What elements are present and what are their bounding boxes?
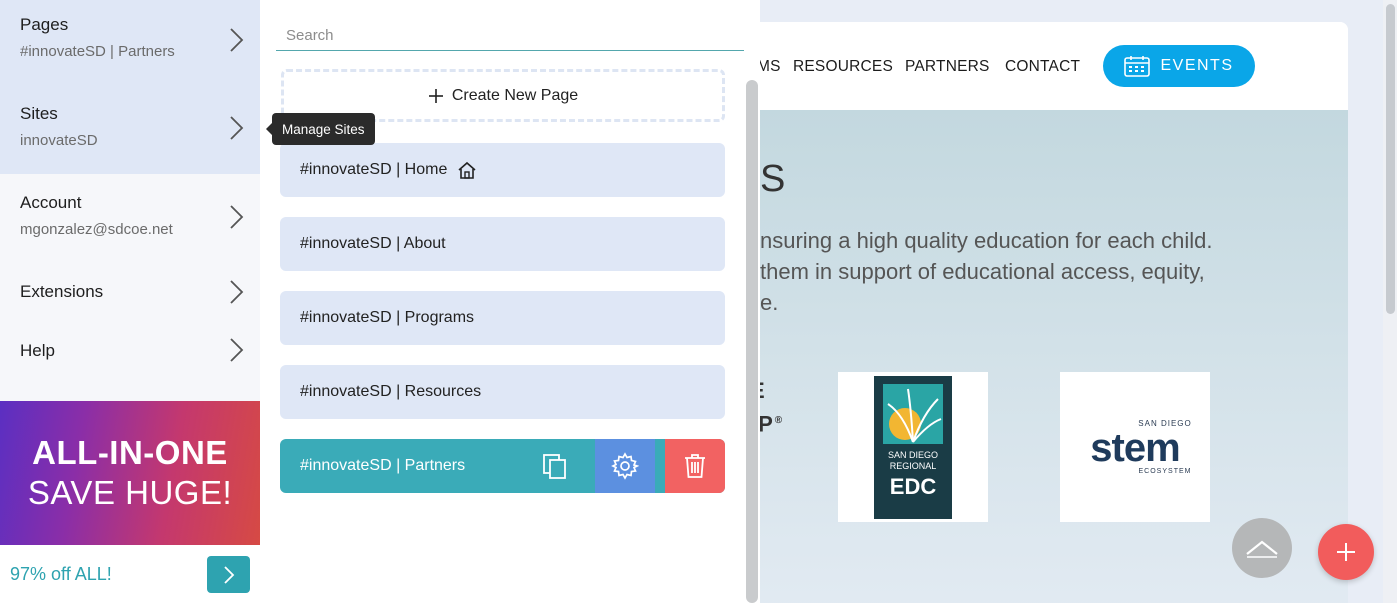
site-scrollbar[interactable] <box>1383 0 1397 603</box>
nav-item-help[interactable]: Help <box>0 321 260 380</box>
calendar-icon <box>1124 56 1151 77</box>
nav-item-account[interactable]: Account mgonzalez@sdcoe.net <box>0 174 260 262</box>
add-section-button[interactable] <box>1318 524 1374 580</box>
pages-panel: Create New Page #innovateSD | Home #inno… <box>260 0 760 603</box>
promo-subheadline: SAVE HUGE! <box>27 474 233 511</box>
pages-panel-scrollbar[interactable] <box>746 80 758 603</box>
trash-icon <box>685 454 705 478</box>
partner-logo-partial-reg: ® <box>774 415 785 426</box>
nav-item-title: Account <box>20 193 82 212</box>
nav-item-title: Sites <box>20 104 58 123</box>
home-icon <box>458 161 476 179</box>
nav-item-subtitle: #innovateSD | Partners <box>20 43 175 60</box>
plus-icon <box>428 88 443 103</box>
nav-item-subtitle: innovateSD <box>20 132 98 149</box>
scroll-to-top-button[interactable] <box>1232 518 1292 578</box>
copy-icon <box>543 454 566 479</box>
edc-small-text: SAN DIEGO REGIONAL <box>887 449 938 471</box>
page-item-label: #innovateSD | Programs <box>300 309 475 326</box>
page-item-label: #innovateSD | Resources <box>300 383 482 400</box>
promo-offer-bar: 97% off ALL! <box>0 545 260 603</box>
stem-word: stem <box>1090 426 1180 470</box>
nav-item-title: Extensions <box>20 282 104 301</box>
edc-big-text: EDC <box>889 473 937 499</box>
edc-emblem-icon <box>883 383 943 444</box>
page-item-label: #innovateSD | About <box>300 235 446 252</box>
site-nav-programs-partial[interactable]: MS <box>757 58 781 76</box>
search-input[interactable] <box>276 20 744 51</box>
page-item-label: #innovateSD | Home <box>300 161 448 178</box>
promo-banner[interactable]: ALL-IN-ONE SAVE HUGE! <box>0 401 260 545</box>
page-item-resources[interactable]: #innovateSD | Resources <box>280 365 725 419</box>
edc-logo: SAN DIEGO REGIONAL EDC <box>838 372 988 522</box>
duplicate-page-button[interactable] <box>525 439 585 493</box>
chevron-right-icon <box>230 338 244 362</box>
nav-item-extensions[interactable]: Extensions <box>0 262 260 321</box>
website-preview: MS RESOURCES PARTNERS CONTACT EVENTS S n… <box>700 0 1397 603</box>
chevron-right-icon <box>230 280 244 304</box>
site-nav-partners[interactable]: PARTNERS <box>905 58 990 76</box>
chevron-right-icon <box>230 116 244 140</box>
chevron-right-icon <box>230 205 244 229</box>
site-nav-contact[interactable]: CONTACT <box>1005 58 1080 76</box>
site-card: MS RESOURCES PARTNERS CONTACT EVENTS S n… <box>700 22 1348 603</box>
gear-icon <box>611 452 639 480</box>
events-button[interactable]: EVENTS <box>1103 45 1255 87</box>
promo-offer-text: 97% off ALL! <box>10 564 112 584</box>
nav-item-subtitle: mgonzalez@sdcoe.net <box>20 221 173 238</box>
page-item-home[interactable]: #innovateSD | Home <box>280 143 725 197</box>
left-nav-panel: Pages #innovateSD | Partners Sites innov… <box>0 0 260 603</box>
page-item-programs[interactable]: #innovateSD | Programs <box>280 291 725 345</box>
plus-icon <box>1337 543 1355 561</box>
chevron-up-icon <box>1246 540 1278 558</box>
stem-logo: SAN DIEGO stem ECOSYSTEM <box>1060 372 1210 522</box>
site-nav-resources[interactable]: RESOURCES <box>793 58 893 76</box>
delete-page-button[interactable] <box>665 439 725 493</box>
page-item-partners[interactable]: #innovateSD | Partners <box>280 439 725 493</box>
page-item-about[interactable]: #innovateSD | About <box>280 217 725 271</box>
nav-item-pages[interactable]: Pages #innovateSD | Partners <box>0 0 260 85</box>
manage-sites-tooltip: Manage Sites <box>266 113 375 145</box>
page-item-label: #innovateSD | Partners <box>300 457 466 474</box>
site-navbar: MS RESOURCES PARTNERS CONTACT EVENTS <box>700 22 1348 110</box>
events-label: EVENTS <box>1160 57 1234 74</box>
nav-item-sites[interactable]: Sites innovateSD <box>0 85 260 174</box>
promo-go-button[interactable] <box>207 556 250 593</box>
stem-eco-text: ECOSYSTEM <box>1138 468 1192 475</box>
create-new-page-label: Create New Page <box>451 86 579 104</box>
promo-headline: ALL-IN-ONE <box>32 434 228 471</box>
chevron-right-icon <box>223 565 234 584</box>
chevron-right-icon <box>230 28 244 52</box>
hero-heading: S <box>760 158 786 200</box>
nav-item-title: Help <box>20 341 55 360</box>
site-scrollbar-thumb[interactable] <box>1386 4 1395 314</box>
hero-text: nsuring a high quality education for eac… <box>760 228 1213 315</box>
page-settings-button[interactable] <box>595 439 655 493</box>
nav-item-title: Pages <box>20 15 69 34</box>
